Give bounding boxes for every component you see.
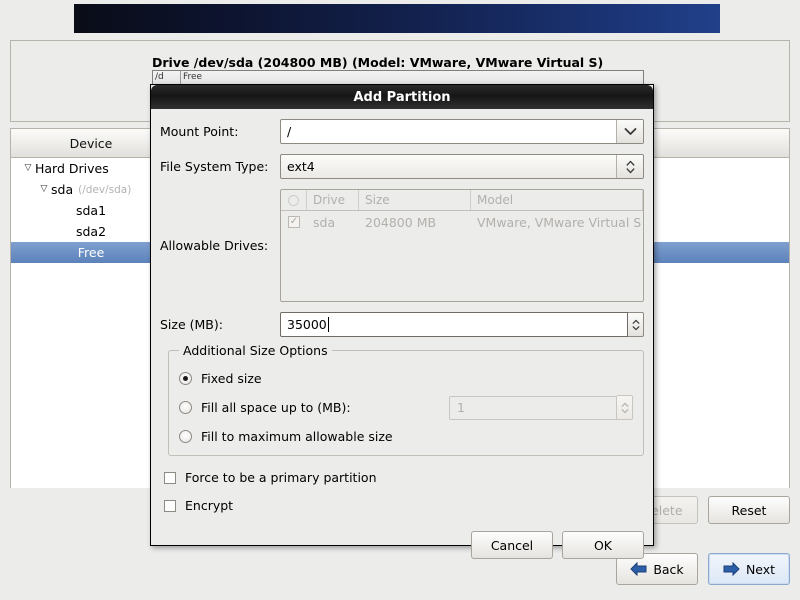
updown-arrows-icon bbox=[621, 402, 628, 413]
file-system-type-label: File System Type: bbox=[160, 159, 269, 174]
arrow-right-icon bbox=[723, 562, 740, 576]
drive-checkbox[interactable]: ✓ bbox=[288, 216, 300, 228]
radio-fixed-size-label: Fixed size bbox=[201, 371, 262, 386]
column-header-select[interactable] bbox=[281, 190, 307, 210]
size-input[interactable]: 35000 bbox=[280, 312, 628, 337]
size-spinner[interactable]: 35000 bbox=[280, 312, 644, 337]
column-header-drive[interactable]: Drive bbox=[307, 190, 359, 210]
tree-item-label: sda2 bbox=[75, 224, 107, 239]
radio-fill-all-space[interactable]: Fill all space up to (MB): 1 bbox=[179, 395, 633, 420]
radio-fill-maximum-label: Fill to maximum allowable size bbox=[201, 429, 393, 444]
tree-item-label: sda1 bbox=[75, 203, 107, 218]
radio-fill-maximum-indicator[interactable] bbox=[179, 430, 192, 443]
additional-size-options-group: Additional Size Options Fixed size Fill … bbox=[168, 343, 644, 456]
chevron-down-icon[interactable] bbox=[616, 120, 643, 143]
tree-item-label: Free bbox=[77, 245, 105, 260]
drive-model-cell: VMware, VMware Virtual S bbox=[477, 214, 642, 230]
back-button-label: Back bbox=[653, 561, 684, 577]
mount-point-combobox[interactable]: / bbox=[280, 119, 644, 144]
force-primary-partition-checkbox[interactable] bbox=[164, 471, 176, 484]
dialog-body: Mount Point: / File System Type: ext4 Al… bbox=[151, 109, 653, 567]
drive-label: Drive /dev/sda (204800 MB) (Model: VMwar… bbox=[152, 55, 604, 70]
add-partition-dialog: Add Partition Mount Point: / File System… bbox=[150, 84, 654, 559]
force-primary-partition-label: Force to be a primary partition bbox=[185, 470, 377, 485]
additional-size-options-legend: Additional Size Options bbox=[183, 343, 328, 358]
drive-checkbox-cell[interactable]: ✓ bbox=[281, 211, 307, 233]
expander-icon[interactable]: ▽ bbox=[37, 179, 51, 200]
allowable-drives-row: Allowable Drives: Drive Size Model ✓ sda… bbox=[160, 189, 644, 302]
allowable-drives-header: Drive Size Model bbox=[281, 190, 643, 211]
size-spinner-buttons[interactable] bbox=[628, 312, 644, 337]
tree-item-detail: (/dev/sda) bbox=[78, 183, 132, 196]
mount-point-row: Mount Point: / bbox=[160, 119, 644, 144]
encrypt-row[interactable]: Encrypt bbox=[164, 494, 644, 517]
size-input-value: 35000 bbox=[287, 317, 327, 332]
column-header-device[interactable]: Device bbox=[11, 129, 172, 157]
tree-item-label: Hard Drives bbox=[35, 161, 109, 176]
encrypt-label: Encrypt bbox=[185, 498, 234, 513]
fill-all-space-input: 1 bbox=[449, 395, 617, 420]
dialog-button-bar: Cancel OK bbox=[160, 531, 644, 559]
updown-arrows-glyph bbox=[626, 160, 634, 173]
text-caret bbox=[327, 317, 329, 332]
chevron-down-glyph bbox=[624, 128, 636, 135]
size-label: Size (MB): bbox=[160, 317, 223, 332]
installer-screen: Drive /dev/sda (204800 MB) (Model: VMwar… bbox=[0, 0, 800, 600]
next-button[interactable]: Next bbox=[708, 553, 790, 585]
reset-button[interactable]: Reset bbox=[708, 496, 790, 524]
next-button-label: Next bbox=[745, 561, 776, 577]
allowable-drives-row-sda[interactable]: ✓ sda 204800 MB VMware, VMware Virtual S bbox=[281, 211, 643, 233]
updown-arrows-icon[interactable] bbox=[616, 155, 643, 178]
allowable-drives-label: Allowable Drives: bbox=[160, 238, 269, 253]
size-row: Size (MB): 35000 bbox=[160, 312, 644, 337]
file-system-type-combobox[interactable]: ext4 bbox=[280, 154, 644, 179]
radio-fill-maximum[interactable]: Fill to maximum allowable size bbox=[179, 424, 633, 449]
column-header-size[interactable]: Size bbox=[359, 190, 471, 210]
encrypt-checkbox[interactable] bbox=[164, 499, 176, 512]
radio-fill-all-space-label: Fill all space up to (MB): bbox=[201, 400, 351, 415]
file-system-type-row: File System Type: ext4 bbox=[160, 154, 644, 179]
file-system-type-value[interactable]: ext4 bbox=[281, 159, 616, 174]
column-header-model[interactable]: Model bbox=[471, 190, 643, 210]
force-primary-partition-row[interactable]: Force to be a primary partition bbox=[164, 466, 644, 489]
fill-all-space-spinner-buttons bbox=[617, 395, 633, 420]
dialog-title: Add Partition bbox=[151, 85, 653, 109]
mount-point-value[interactable]: / bbox=[281, 124, 616, 139]
radio-fixed-size-indicator[interactable] bbox=[179, 372, 192, 385]
tree-item-label: sda bbox=[51, 182, 74, 197]
header-banner bbox=[74, 4, 720, 33]
allowable-drives-list[interactable]: Drive Size Model ✓ sda 204800 MB VMware,… bbox=[280, 189, 644, 302]
radio-fill-all-space-indicator[interactable] bbox=[179, 401, 192, 414]
mount-point-label: Mount Point: bbox=[160, 124, 239, 139]
drive-size-cell: 204800 MB bbox=[365, 214, 437, 230]
cancel-button[interactable]: Cancel bbox=[471, 531, 553, 559]
radio-fixed-size[interactable]: Fixed size bbox=[179, 366, 633, 391]
ok-button[interactable]: OK bbox=[562, 531, 644, 559]
expander-icon[interactable]: ▽ bbox=[21, 158, 35, 179]
fill-all-space-spinner: 1 bbox=[449, 395, 633, 420]
updown-arrows-icon bbox=[632, 319, 639, 330]
drive-name-cell: sda bbox=[313, 214, 336, 230]
